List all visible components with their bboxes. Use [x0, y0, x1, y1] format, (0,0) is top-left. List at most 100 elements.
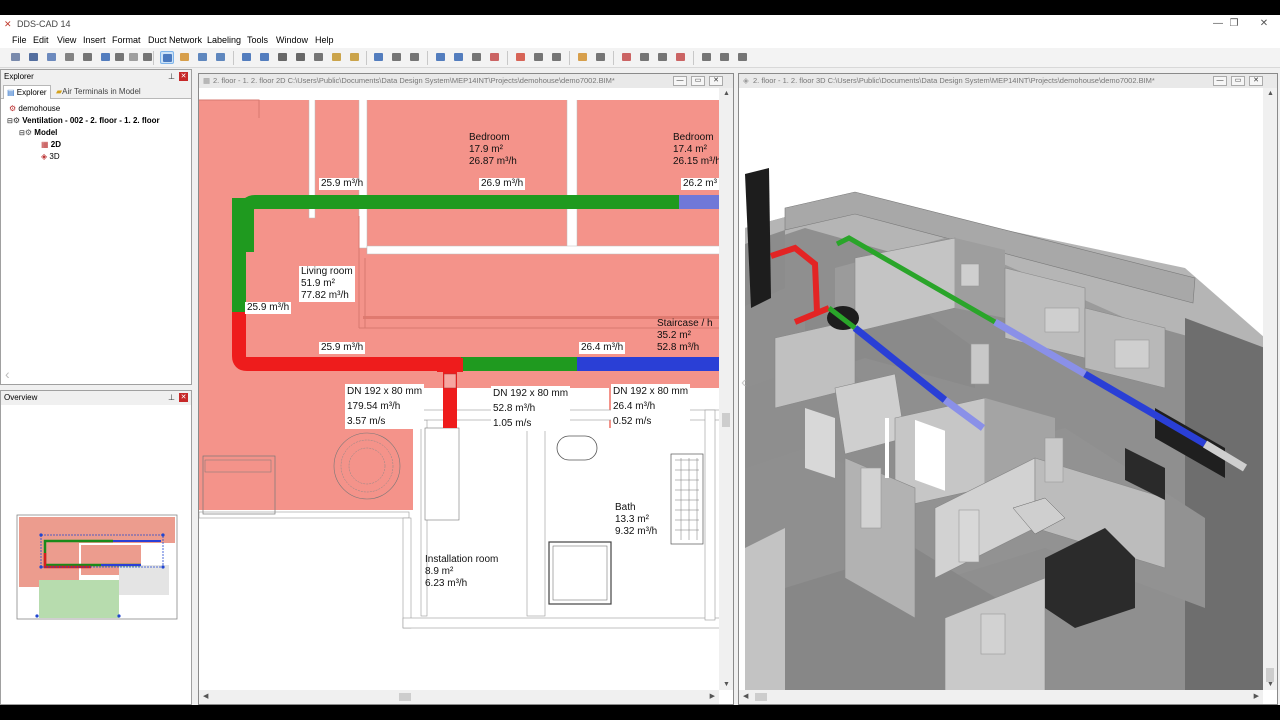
tree-item-demohouse[interactable]: ⚙ demohouse — [9, 104, 60, 113]
scroll-thumb[interactable] — [722, 413, 730, 427]
settings-icon[interactable] — [700, 51, 714, 64]
model-3d-canvas[interactable] — [745, 88, 1263, 690]
pin-icon[interactable]: ⊥ — [168, 393, 175, 402]
tree-item-3d[interactable]: ◈ 3D — [41, 152, 60, 161]
zoom-all-icon[interactable] — [258, 51, 272, 64]
print-icon[interactable] — [81, 51, 95, 64]
rotate-icon[interactable] — [196, 51, 210, 64]
print-preview-icon-glyph — [65, 53, 74, 61]
zoom-fit-icon[interactable] — [294, 51, 308, 64]
duct-supply-blue[interactable] — [577, 357, 719, 371]
scroll-thumb[interactable] — [399, 693, 411, 701]
chevron-left-icon[interactable]: ‹ — [5, 366, 10, 382]
fan-icon[interactable] — [594, 51, 608, 64]
select-icon[interactable] — [160, 51, 174, 64]
close-icon[interactable]: ✕ — [179, 72, 188, 81]
export-icon[interactable] — [736, 51, 750, 64]
vertical-scrollbar[interactable]: ▲ ▼ — [1263, 88, 1277, 690]
floor-icon[interactable] — [532, 51, 546, 64]
tab-explorer[interactable]: ▤ Explorer — [3, 85, 51, 99]
balance-icon[interactable] — [638, 51, 652, 64]
explorer-panel: Explorer ⊥ ✕ ▤ Explorer ▰Air Terminals i… — [0, 69, 192, 385]
scroll-down-icon[interactable]: ▼ — [723, 681, 730, 688]
undo-dropdown-icon[interactable] — [113, 51, 127, 64]
zoom-extents-icon[interactable] — [276, 51, 290, 64]
distribute-icon[interactable] — [408, 51, 422, 64]
maximize-icon[interactable]: ▭ — [1231, 76, 1245, 86]
print-preview-icon[interactable] — [63, 51, 77, 64]
minimize-icon[interactable]: — — [673, 76, 687, 86]
table-icon[interactable] — [718, 51, 732, 64]
pan-icon[interactable] — [178, 51, 192, 64]
dimension-icon[interactable] — [452, 51, 466, 64]
filter-icon[interactable] — [488, 51, 502, 64]
duct-supply-green-main[interactable] — [461, 357, 577, 371]
scroll-left-icon[interactable]: ◀ — [203, 692, 208, 700]
redo-icon-glyph — [129, 53, 138, 61]
close-icon[interactable]: ✕ — [709, 76, 723, 86]
tree-item-model[interactable]: ⊟⚙ Model — [19, 128, 57, 137]
minimize-icon[interactable]: — — [1213, 76, 1227, 86]
chevron-left-icon[interactable]: ‹ — [741, 374, 746, 392]
menu-tools[interactable]: Tools — [247, 35, 268, 45]
maximize-icon[interactable]: ▭ — [691, 76, 705, 86]
redo-icon[interactable] — [127, 51, 141, 64]
orbit-icon[interactable] — [214, 51, 228, 64]
report-icon[interactable] — [656, 51, 670, 64]
toolbar-separator — [427, 51, 428, 65]
menu-format[interactable]: Format — [112, 35, 141, 45]
menu-file[interactable]: File — [12, 35, 27, 45]
measure-icon[interactable] — [372, 51, 386, 64]
close-icon[interactable]: ✕ — [1249, 76, 1263, 86]
align-icon[interactable] — [390, 51, 404, 64]
menu-insert[interactable]: Insert — [83, 35, 106, 45]
distribute-icon-glyph — [410, 53, 419, 61]
menu-labeling[interactable]: Labeling — [207, 35, 241, 45]
calculate-icon[interactable] — [620, 51, 634, 64]
new-icon[interactable] — [9, 51, 23, 64]
save-icon[interactable] — [27, 51, 41, 64]
title-bar: ✕ DDS-CAD 14 — ❐ ✕ — [0, 15, 1280, 33]
visibility-icon[interactable] — [330, 51, 344, 64]
overview-minimap[interactable] — [1, 405, 191, 705]
scroll-down-icon[interactable]: ▼ — [1267, 681, 1274, 688]
menu-duct-network[interactable]: Duct Network — [148, 35, 202, 45]
maximize-icon[interactable]: ❐ — [1222, 17, 1246, 31]
route-icon[interactable] — [434, 51, 448, 64]
horizontal-scrollbar[interactable]: ◀ ▶ — [739, 690, 1263, 704]
room-icon[interactable] — [550, 51, 564, 64]
close-icon[interactable]: ✕ — [179, 393, 188, 402]
menu-view[interactable]: View — [57, 35, 76, 45]
overview-title: Overview — [4, 393, 38, 402]
scroll-up-icon[interactable]: ▲ — [1267, 90, 1274, 97]
plan-2d-canvas[interactable]: Bedroom 17.9 m² 26.87 m³/h Bedroom 17.4 m² 2… — [199, 88, 719, 690]
terminal-icon[interactable] — [576, 51, 590, 64]
scroll-thumb[interactable] — [755, 693, 767, 701]
scroll-left-icon[interactable]: ◀ — [743, 692, 748, 700]
house-icon[interactable] — [514, 51, 528, 64]
tab-air-terminals[interactable]: ▰Air Terminals in Model — [53, 85, 153, 99]
scroll-up-icon[interactable]: ▲ — [723, 90, 730, 97]
copy-icon[interactable] — [45, 51, 59, 64]
section-icon[interactable] — [470, 51, 484, 64]
scroll-thumb[interactable] — [1266, 668, 1274, 682]
scroll-right-icon[interactable]: ▶ — [710, 692, 715, 700]
vertical-scrollbar[interactable]: ▲ ▼ — [719, 88, 733, 690]
undo-icon[interactable] — [99, 51, 113, 64]
menu-help[interactable]: Help — [315, 35, 334, 45]
pin-icon[interactable]: ⊥ — [168, 72, 175, 81]
menu-edit[interactable]: Edit — [33, 35, 49, 45]
hide-icon[interactable] — [348, 51, 362, 64]
zoom-window-icon[interactable] — [240, 51, 254, 64]
close-icon[interactable]: ✕ — [1252, 17, 1276, 31]
menu-window[interactable]: Window — [276, 35, 308, 45]
terminal-icon-glyph — [578, 53, 587, 61]
app-logo-icon: ✕ — [4, 19, 12, 29]
scroll-right-icon[interactable]: ▶ — [1254, 692, 1259, 700]
tree-item-ventilation[interactable]: ⊟⚙ Ventilation - 002 - 2. floor - 1. 2. … — [7, 116, 160, 125]
layers-icon[interactable] — [312, 51, 326, 64]
horizontal-scrollbar[interactable]: ◀ ▶ — [199, 690, 719, 704]
undo-icon-glyph — [101, 53, 110, 61]
check-icon[interactable] — [674, 51, 688, 64]
tree-item-2d[interactable]: ▦ 2D — [41, 140, 61, 149]
